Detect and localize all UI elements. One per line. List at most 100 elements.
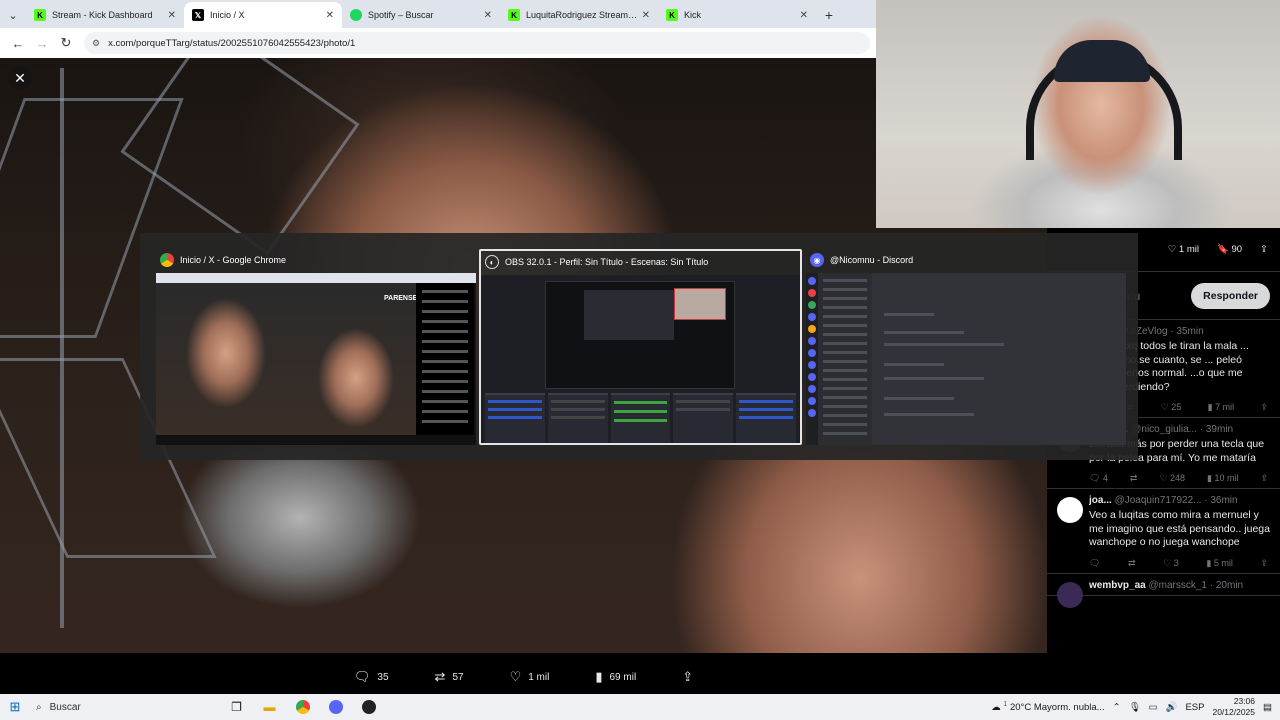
share-action[interactable]: ⇪ xyxy=(682,669,693,685)
tweet-actions: 🗨 4 ⇄ ♡ 248 ▮ 10 mil ⇪ xyxy=(1089,473,1270,484)
webcam-overlay xyxy=(876,0,1280,228)
chart-action[interactable]: ▮ 7 mil xyxy=(1208,402,1234,413)
like-stat[interactable]: ♡ 1 mil xyxy=(1168,244,1199,255)
share-icon: ⇪ xyxy=(682,669,694,684)
kick-icon: K xyxy=(34,9,46,21)
chrome-taskbar-button[interactable] xyxy=(286,694,319,720)
bookmark-icon: 🔖 xyxy=(1216,244,1232,255)
file-explorer-button[interactable]: ▬ xyxy=(253,694,286,720)
tab-list: K Stream - Kick Dashboard ✕ 𝕏 Inicio / X ✕ Spo… xyxy=(26,2,816,28)
repost-icon: ⇄ xyxy=(1128,557,1136,568)
share-icon[interactable]: ⇪ xyxy=(1260,244,1268,255)
heart-icon: ♡ xyxy=(1160,402,1172,412)
share-action[interactable]: ⇪ xyxy=(1260,558,1268,569)
spotify-icon xyxy=(350,9,362,21)
start-button[interactable]: ⊞ xyxy=(0,694,30,720)
window-title: @Nicomnu - Discord xyxy=(830,255,914,265)
windows-taskbar: ⊞ ⌕ Buscar ❐ ▬ ☁ 1 20°C Mayorm. nubla... … xyxy=(0,694,1280,720)
avatar[interactable] xyxy=(1057,581,1083,608)
arrow-left-icon: ← xyxy=(11,35,25,51)
comment-action[interactable]: 🗨 xyxy=(1089,558,1100,569)
switcher-window-chrome[interactable]: Inicio / X - Google Chrome PARENSE xyxy=(156,249,476,445)
folder-icon: ▬ xyxy=(263,700,276,714)
close-icon[interactable]: ✕ xyxy=(800,10,808,21)
notification-icon[interactable]: ▤ xyxy=(1263,702,1272,713)
tweet-item[interactable]: wembvp_aa @marssck_1 · 20min xyxy=(1047,574,1280,608)
tweet-handle[interactable]: @nico_giulia... xyxy=(1131,424,1197,435)
chart-icon: ▮ xyxy=(1207,402,1216,412)
language-indicator[interactable]: ESP xyxy=(1185,702,1204,713)
share-action[interactable]: ⇪ xyxy=(1260,402,1268,413)
weather-widget[interactable]: ☁ 1 20°C Mayorm. nubla... xyxy=(991,701,1104,713)
back-button[interactable]: ← xyxy=(6,31,30,55)
kick-icon: K xyxy=(508,9,520,21)
site-info-icon[interactable]: ⚙ xyxy=(92,38,100,49)
browser-tab[interactable]: K Stream - Kick Dashboard ✕ xyxy=(26,2,184,28)
tweet-item[interactable]: joa... @Joaquin717922... · 36min Veo a lu… xyxy=(1047,489,1280,574)
browser-tab[interactable]: 𝕏 Inicio / X ✕ xyxy=(184,2,342,28)
action-count: 25 xyxy=(1171,402,1182,412)
heart-action[interactable]: ♡ 3 xyxy=(1163,558,1179,569)
discord-icon: ◉ xyxy=(810,253,824,267)
browser-toolbar: ← → ↻ ⚙ x.com/porqueTTarg/status/2002551… xyxy=(0,28,876,58)
search-icon: ⌕ xyxy=(36,701,42,713)
window-thumbnail: PARENSE xyxy=(156,273,476,445)
obs-taskbar-button[interactable] xyxy=(352,694,385,720)
close-photo-button[interactable]: ✕ xyxy=(8,66,32,90)
chart-action[interactable]: ▮ 5 mil xyxy=(1206,558,1232,569)
system-tray: ☁ 1 20°C Mayorm. nubla... ⌃ 🎙 ▭ 🔊 ESP 23… xyxy=(991,696,1280,718)
discord-taskbar-button[interactable] xyxy=(319,694,352,720)
tweet-time: · 20min xyxy=(1209,579,1244,591)
arrow-right-icon: → xyxy=(35,35,49,51)
action-count: 7 mil xyxy=(1215,402,1235,412)
avatar[interactable] xyxy=(1057,497,1083,523)
heart-action[interactable]: ♡ 248 xyxy=(1159,473,1185,484)
share-icon: ⇪ xyxy=(1260,402,1268,412)
close-icon[interactable]: ✕ xyxy=(326,10,334,21)
reply-action[interactable]: 🗨 35 xyxy=(354,669,389,685)
action-count: 10 mil xyxy=(1214,473,1239,483)
browser-tab[interactable]: K Kick ✕ xyxy=(658,2,816,28)
new-tab-button[interactable]: + xyxy=(816,2,842,28)
close-icon[interactable]: ✕ xyxy=(168,10,176,21)
share-action[interactable]: ⇪ xyxy=(1260,473,1268,484)
tweet-author-name[interactable]: wembvp_aa xyxy=(1089,580,1146,591)
address-bar[interactable]: ⚙ x.com/porqueTTarg/status/2002551076042… xyxy=(84,32,870,54)
discord-icon xyxy=(328,700,343,714)
close-icon[interactable]: ✕ xyxy=(642,10,650,21)
comment-action[interactable]: 🗨 4 xyxy=(1089,473,1108,484)
volume-icon[interactable]: 🔊 xyxy=(1166,702,1178,713)
repost-action[interactable]: ⇄ xyxy=(1128,558,1136,569)
chevron-up-icon[interactable]: ⌃ xyxy=(1113,702,1121,713)
microphone-icon[interactable]: 🎙 xyxy=(1129,702,1141,713)
browser-tab[interactable]: K LuquitaRodriguez Stream - Watc ✕ xyxy=(500,2,658,28)
forward-button[interactable]: → xyxy=(30,31,54,55)
tab-search-button[interactable]: ⌄ xyxy=(0,2,26,28)
task-view-button[interactable]: ❐ xyxy=(220,694,253,720)
switcher-window-discord[interactable]: ◉ @Nicomnu - Discord xyxy=(806,249,1126,445)
tab-label: Spotify – Buscar xyxy=(368,10,434,20)
views-action[interactable]: ▮ 69 mil xyxy=(595,669,636,685)
close-icon: ✕ xyxy=(14,69,26,86)
heart-action[interactable]: ♡ 25 xyxy=(1161,402,1182,413)
like-action[interactable]: ♡ 1 mil xyxy=(510,669,550,685)
bookmark-stat[interactable]: 🔖 90 xyxy=(1217,244,1242,255)
browser-tab[interactable]: Spotify – Buscar ✕ xyxy=(342,2,500,28)
switcher-window-obs[interactable]: ◐ OBS 32.0.1 - Perfil: Sin Título - Escen… xyxy=(479,249,802,445)
plus-icon: + xyxy=(824,7,834,23)
close-icon[interactable]: ✕ xyxy=(484,10,492,21)
network-icon[interactable]: ▭ xyxy=(1149,702,1158,713)
tweet-handle[interactable]: @Joaquin717922... xyxy=(1115,495,1202,506)
tab-label: LuquitaRodriguez Stream - Watc xyxy=(526,10,638,20)
tweet-author-name[interactable]: joa... xyxy=(1089,495,1112,506)
chart-action[interactable]: ▮ 10 mil xyxy=(1207,473,1238,484)
tweet-handle[interactable]: @marssck_1 xyxy=(1148,580,1207,591)
reply-button[interactable]: Responder xyxy=(1191,282,1270,309)
repost-action[interactable]: ⇄ xyxy=(1130,473,1138,484)
window-title: OBS 32.0.1 - Perfil: Sin Título - Escena… xyxy=(505,257,709,267)
repost-action[interactable]: ⇄ 57 xyxy=(435,669,464,685)
taskbar-search[interactable]: ⌕ Buscar xyxy=(30,694,220,720)
reload-button[interactable]: ↻ xyxy=(54,31,78,55)
repost-icon: ⇄ xyxy=(434,669,446,684)
clock[interactable]: 23:06 20/12/2025 xyxy=(1212,696,1255,718)
